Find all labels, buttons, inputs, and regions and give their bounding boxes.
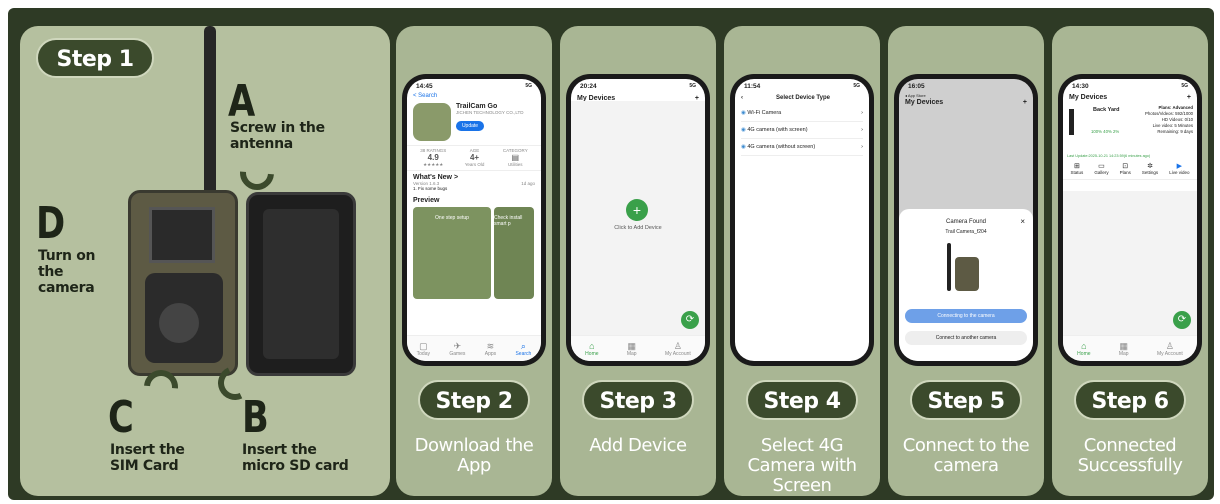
action-status[interactable]: ⊞ Status	[1071, 162, 1084, 175]
close-icon[interactable]: ×	[1020, 217, 1025, 226]
label-c-text: Insert the SIM Card	[110, 442, 185, 474]
trail-camera-open	[128, 190, 238, 376]
phone-connected: 14:30 5G My Devices + Back Yard 100% 40% 2…	[1058, 74, 1202, 366]
label-b-text: Insert the micro SD card	[242, 442, 349, 474]
add-icon[interactable]: +	[1187, 94, 1191, 101]
step6-caption: Connected Successfully	[1077, 435, 1183, 476]
phone-camera-found: 16:05 ◂ App Store My Devices + Camera Fou…	[894, 74, 1038, 366]
tab-today[interactable]: ▢ Today	[417, 341, 430, 357]
step6-badge: Step 6	[1074, 380, 1186, 420]
add-device-button[interactable]: +	[626, 199, 648, 221]
tab-home[interactable]: ⌂ Home	[1077, 341, 1090, 357]
instructions-board: Step 1 A Screw in the antenna D Turn on …	[8, 8, 1214, 500]
step2-panel: 14:45 5G < Search TrailCam Go JICHEN TECH…	[396, 26, 552, 496]
step6-panel: 14:30 5G My Devices + Back Yard 100% 40% 2…	[1052, 26, 1208, 496]
step2-caption: Download the App	[414, 435, 534, 476]
step3-panel: 20:24 5G My Devices + + Click to Add Devic…	[560, 26, 716, 496]
action-live-video[interactable]: ▶ Live video	[1169, 162, 1189, 175]
page-title: My Devices	[905, 99, 944, 106]
step5-caption: Connect to the camera	[902, 435, 1030, 476]
step5-panel: 16:05 ◂ App Store My Devices + Camera Fou…	[888, 26, 1044, 496]
add-icon[interactable]: +	[1023, 99, 1027, 106]
refresh-icon[interactable]: ⟳	[1173, 311, 1191, 329]
add-device-label: Click to Add Device	[614, 225, 662, 231]
step1-badge: Step 1	[36, 38, 154, 78]
preview-screenshot[interactable]: Check install smart p	[494, 207, 534, 299]
camera-thumbnail	[947, 243, 981, 291]
step3-badge: Step 3	[582, 380, 694, 420]
device-card[interactable]: Back Yard 100% 40% 2% Plans: Advanced Ph…	[1067, 105, 1193, 151]
app-name: TrailCam Go	[456, 103, 498, 110]
connecting-button[interactable]: Connecting to the camera	[905, 309, 1027, 323]
refresh-icon[interactable]: ⟳	[681, 311, 699, 329]
tab-account[interactable]: ♙ My Account	[1157, 341, 1183, 357]
phone-select-device: 11:54 5G ‹ Select Device Type ◉ Wi-Fi Came…	[730, 74, 874, 366]
connect-another-button[interactable]: Connect to another camera	[905, 331, 1027, 345]
label-a-text: Screw in the antenna	[230, 120, 325, 152]
tab-home[interactable]: ⌂ Home	[585, 341, 598, 357]
step2-badge: Step 2	[418, 380, 530, 420]
label-d: D	[36, 198, 66, 249]
camera-buttons	[145, 273, 223, 363]
label-d-text: Turn on the camera	[38, 248, 96, 296]
camera-door	[246, 192, 356, 376]
device-type-wifi[interactable]: ◉ Wi-Fi Camera ›	[741, 105, 863, 122]
label-a: A	[228, 76, 256, 127]
action-plans[interactable]: ⊡ Plans	[1120, 162, 1131, 175]
step3-caption: Add Device	[589, 435, 687, 456]
step4-caption: Select 4G Camera with Screen	[747, 435, 857, 496]
camera-screen	[149, 207, 215, 263]
update-button[interactable]: Update	[456, 121, 484, 131]
tab-map[interactable]: ▦ Map	[1119, 341, 1129, 357]
antenna	[204, 26, 216, 196]
app-icon	[413, 103, 451, 141]
app-developer: JICHEN TECHNOLOGY CO.,LTD	[456, 110, 524, 115]
preview-screenshot[interactable]: One step setup	[413, 207, 491, 299]
action-gallery[interactable]: ▭ Gallery	[1094, 162, 1108, 175]
phone-app-store: 14:45 5G < Search TrailCam Go JICHEN TECH…	[402, 74, 546, 366]
step4-badge: Step 4	[746, 380, 858, 420]
action-settings[interactable]: ✲ Settings	[1142, 162, 1158, 175]
step1-panel: Step 1 A Screw in the antenna D Turn on …	[20, 26, 390, 496]
dialog-title: Camera Found	[945, 219, 987, 225]
arrow-a-icon	[233, 149, 281, 197]
label-b: B	[242, 392, 269, 443]
phone-my-devices-empty: 20:24 5G My Devices + + Click to Add Devic…	[566, 74, 710, 366]
camera-found-dialog: Camera Found × Trail Camera_f204 Connect…	[899, 209, 1033, 361]
tab-map[interactable]: ▦ Map	[627, 341, 637, 357]
step4-panel: 11:54 5G ‹ Select Device Type ◉ Wi-Fi Came…	[724, 26, 880, 496]
tab-account[interactable]: ♙ My Account	[665, 341, 691, 357]
device-name: Back Yard	[1093, 107, 1120, 113]
page-title: My Devices	[1069, 94, 1108, 101]
tab-games[interactable]: ✈ Games	[449, 341, 465, 357]
device-type-4g-screen[interactable]: ◉ 4G camera (with screen) ›	[741, 122, 863, 139]
label-c: C	[108, 392, 134, 443]
tab-apps[interactable]: ≋ Apps	[485, 341, 496, 357]
tab-search[interactable]: ⌕ Search	[515, 341, 531, 357]
page-title: Select Device Type	[776, 95, 830, 101]
device-type-4g-noscreen[interactable]: ◉ 4G camera (without screen) ›	[741, 139, 863, 156]
camera-name: Trail Camera_f204	[945, 229, 987, 235]
step5-badge: Step 5	[910, 380, 1022, 420]
